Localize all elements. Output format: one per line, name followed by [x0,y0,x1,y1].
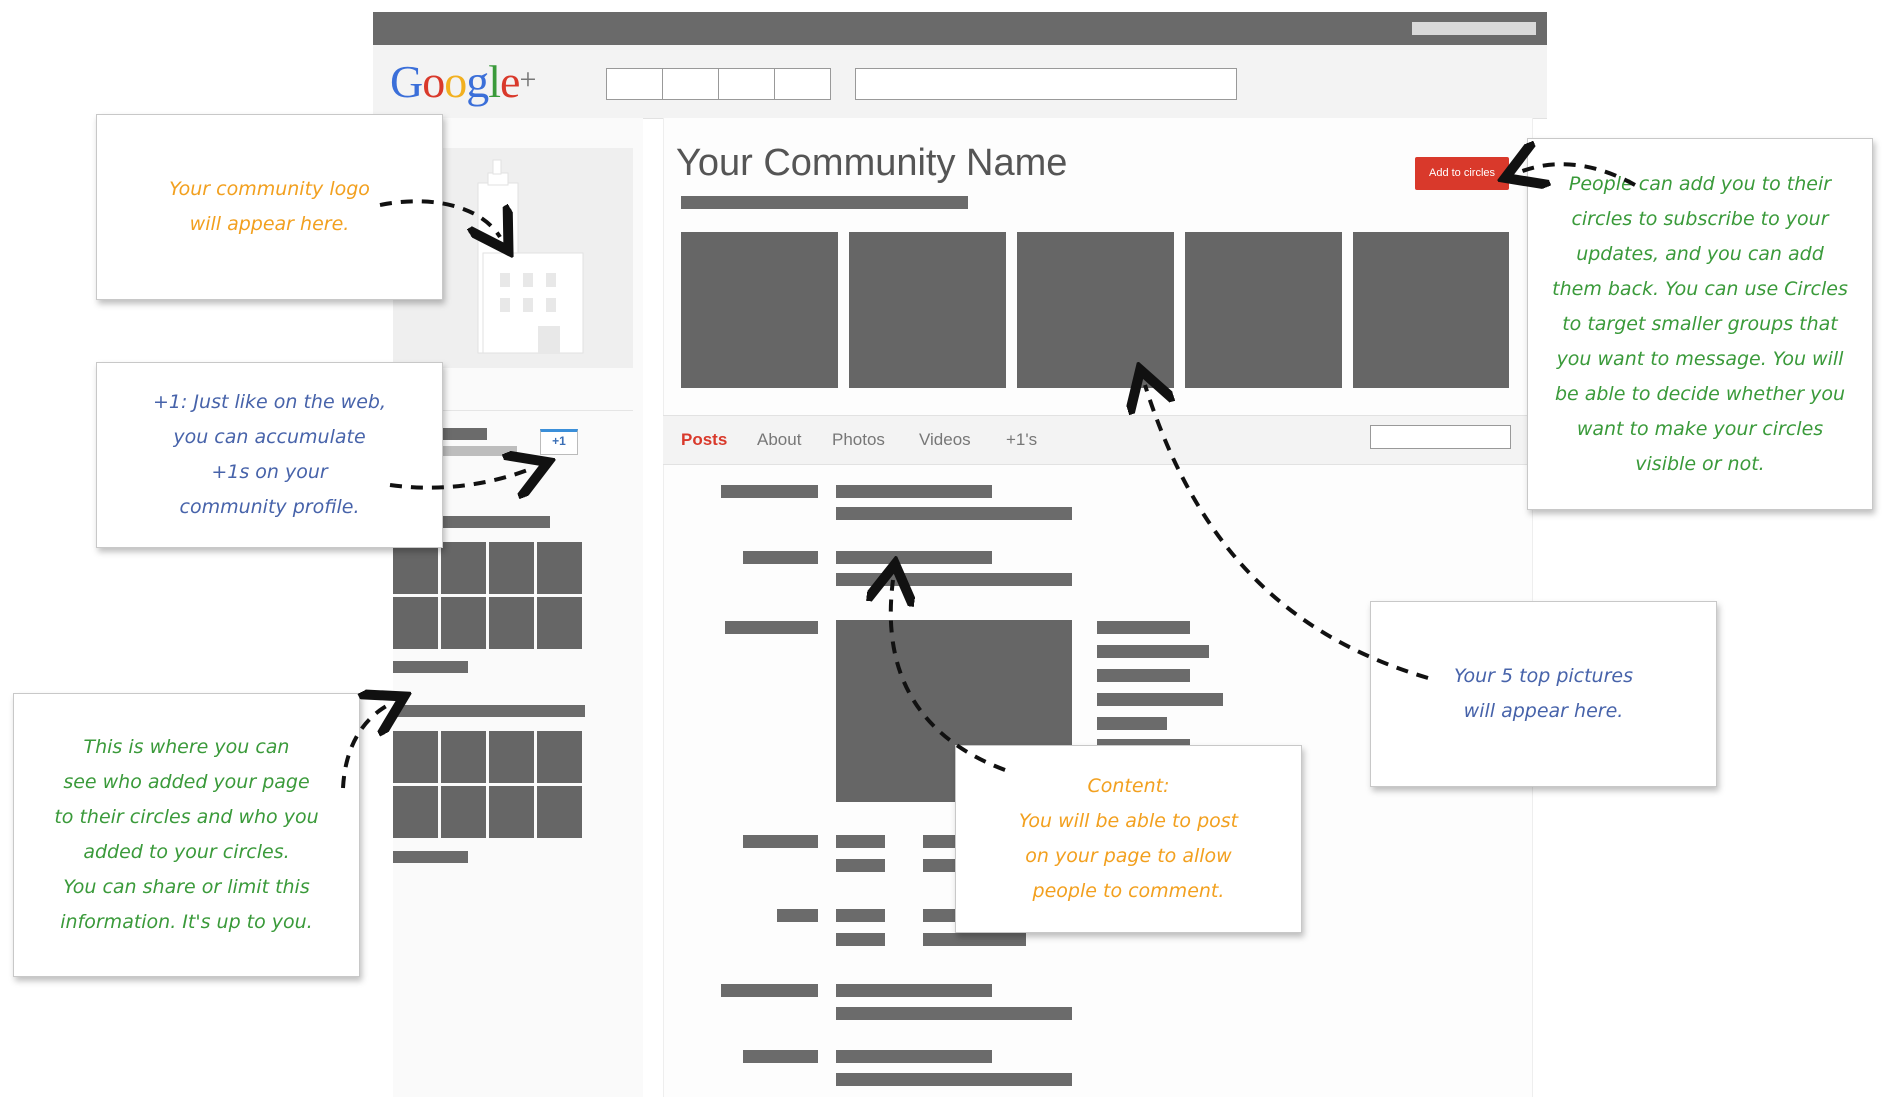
annotation-arrows [341,0,1636,789]
arrow-plus-ones [389,468,533,488]
arrow-logo [379,199,500,237]
arrow-top-pictures [1145,385,1429,680]
arrow-content [891,580,1006,772]
arrow-circles-list [341,704,390,789]
arrow-add-circles [1520,164,1636,185]
